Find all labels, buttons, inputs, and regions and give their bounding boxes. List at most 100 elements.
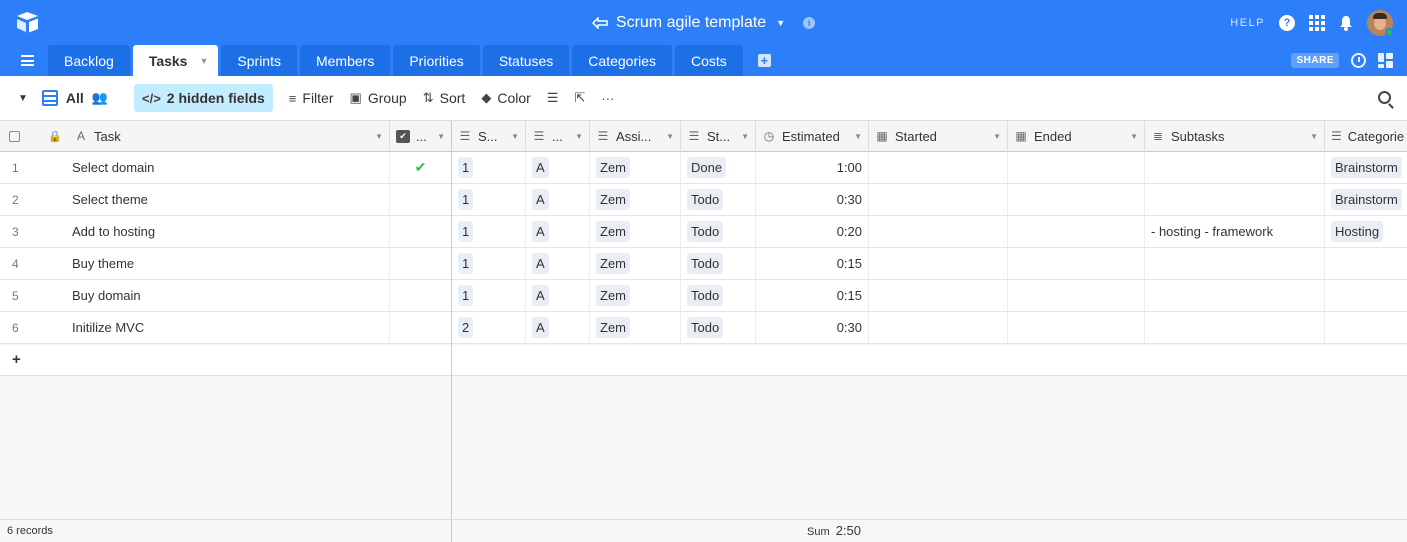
cell-assignee[interactable]: Zem xyxy=(590,152,681,184)
tab-backlog[interactable]: Backlog xyxy=(48,45,130,76)
tab-statuses[interactable]: Statuses xyxy=(482,45,570,76)
cell-estimated[interactable]: 1:00 xyxy=(756,152,869,184)
cell-status[interactable]: Todo xyxy=(681,216,756,248)
cell-ended[interactable] xyxy=(1008,216,1145,248)
cell-ended[interactable] xyxy=(1008,248,1145,280)
cell-task[interactable]: Select theme xyxy=(68,184,390,216)
cell-priority[interactable]: A xyxy=(526,248,590,280)
cell-ended[interactable] xyxy=(1008,312,1145,344)
tab-costs[interactable]: Costs xyxy=(675,45,743,76)
cell-done[interactable] xyxy=(390,248,452,280)
cell-task[interactable]: Initilize MVC xyxy=(68,312,390,344)
cell-ended[interactable] xyxy=(1008,280,1145,312)
cell-sprint[interactable]: 1 xyxy=(452,280,526,312)
notifications-bell-icon[interactable] xyxy=(1339,15,1353,31)
cell-started[interactable] xyxy=(869,312,1008,344)
row-number[interactable]: 6 xyxy=(0,312,68,344)
chevron-down-icon[interactable]: ▼ xyxy=(662,132,674,141)
cell-assignee[interactable]: Zem xyxy=(590,312,681,344)
cell-estimated[interactable]: 0:20 xyxy=(756,216,869,248)
column-header-priority[interactable]: ☰ ... ▼ xyxy=(526,121,590,152)
cell-estimated[interactable]: 0:30 xyxy=(756,184,869,216)
cell-started[interactable] xyxy=(869,152,1008,184)
base-title[interactable]: Scrum agile template xyxy=(616,14,766,32)
cell-task[interactable]: Buy theme xyxy=(68,248,390,280)
tab-chevron-down-icon[interactable]: ▼ xyxy=(199,56,208,66)
cell-started[interactable] xyxy=(869,248,1008,280)
column-header-subtasks[interactable]: ≣ Subtasks ▼ xyxy=(1145,121,1325,152)
chevron-down-icon[interactable]: ▼ xyxy=(371,132,383,141)
frozen-column-divider[interactable] xyxy=(451,121,452,519)
column-header-assignee[interactable]: ☰ Assi... ▼ xyxy=(590,121,681,152)
apps-grid-icon[interactable] xyxy=(1309,14,1325,31)
chevron-down-icon[interactable]: ▼ xyxy=(850,132,862,141)
tab-members[interactable]: Members xyxy=(299,45,391,76)
row-number[interactable]: 1 xyxy=(0,152,68,184)
column-header-task[interactable]: A Task ▼ xyxy=(68,121,390,152)
cell-assignee[interactable]: Zem xyxy=(590,184,681,216)
filter-button[interactable]: ≡ Filter xyxy=(281,84,342,112)
chevron-down-icon[interactable]: ▼ xyxy=(1306,132,1318,141)
help-label[interactable]: HELP xyxy=(1230,17,1265,29)
view-name[interactable]: All xyxy=(66,90,84,106)
tab-categories[interactable]: Categories xyxy=(572,45,672,76)
cell-category[interactable]: Brainstorm xyxy=(1325,152,1407,184)
tab-tasks[interactable]: Tasks ▼ xyxy=(132,45,219,76)
info-icon[interactable]: i xyxy=(803,16,816,29)
row-number[interactable]: 4 xyxy=(0,248,68,280)
select-all-checkbox[interactable] xyxy=(9,130,20,142)
tab-priorities[interactable]: Priorities xyxy=(393,45,480,76)
cell-subtasks[interactable]: - hosting - framework xyxy=(1145,216,1325,248)
column-header-ended[interactable]: ▦ Ended ▼ xyxy=(1008,121,1145,152)
column-header-done[interactable]: ✔ ... ▼ xyxy=(390,121,452,152)
cell-subtasks[interactable] xyxy=(1145,248,1325,280)
cell-subtasks[interactable] xyxy=(1145,184,1325,216)
cell-started[interactable] xyxy=(869,216,1008,248)
cell-sprint[interactable]: 2 xyxy=(452,312,526,344)
chevron-down-icon[interactable]: ▼ xyxy=(507,132,519,141)
cell-ended[interactable] xyxy=(1008,152,1145,184)
cell-status[interactable]: Todo xyxy=(681,184,756,216)
cell-priority[interactable]: A xyxy=(526,280,590,312)
cell-category[interactable]: Hosting xyxy=(1325,216,1407,248)
cell-sprint[interactable]: 1 xyxy=(452,152,526,184)
chevron-down-icon[interactable]: ▼ xyxy=(433,132,445,141)
base-title-chevron-down-icon[interactable]: ▼ xyxy=(776,18,785,28)
header-select-all[interactable] xyxy=(0,121,34,152)
chevron-down-icon[interactable]: ▼ xyxy=(571,132,583,141)
cell-status[interactable]: Todo xyxy=(681,248,756,280)
cell-priority[interactable]: A xyxy=(526,312,590,344)
column-header-started[interactable]: ▦ Started ▼ xyxy=(869,121,1008,152)
cell-subtasks[interactable] xyxy=(1145,280,1325,312)
cell-status[interactable]: Todo xyxy=(681,280,756,312)
cell-done[interactable] xyxy=(390,280,452,312)
cell-subtasks[interactable] xyxy=(1145,312,1325,344)
cell-started[interactable] xyxy=(869,280,1008,312)
cell-done[interactable] xyxy=(390,184,452,216)
column-header-categories[interactable]: ☰ Categorie xyxy=(1325,121,1407,152)
add-table-plus-icon[interactable]: + xyxy=(757,54,771,67)
cell-priority[interactable]: A xyxy=(526,216,590,248)
cell-category[interactable]: Brainstorm xyxy=(1325,184,1407,216)
hidden-fields-button[interactable]: </> 2 hidden fields xyxy=(133,84,273,112)
chevron-down-icon[interactable]: ▼ xyxy=(737,132,749,141)
share-view-button[interactable]: ⇱ xyxy=(566,84,593,112)
column-header-sprint[interactable]: ☰ S... ▼ xyxy=(452,121,526,152)
cell-category[interactable] xyxy=(1325,312,1407,344)
row-height-button[interactable]: ☰ xyxy=(539,84,567,112)
cell-estimated[interactable]: 0:30 xyxy=(756,312,869,344)
cell-subtasks[interactable] xyxy=(1145,152,1325,184)
cell-assignee[interactable]: Zem xyxy=(590,216,681,248)
cell-sprint[interactable]: 1 xyxy=(452,184,526,216)
add-record-row[interactable]: + xyxy=(0,345,1407,376)
cell-done[interactable] xyxy=(390,312,452,344)
column-header-status[interactable]: ☰ St... ▼ xyxy=(681,121,756,152)
checkmark-icon[interactable]: ✔ xyxy=(415,159,427,176)
cell-ended[interactable] xyxy=(1008,184,1145,216)
airtable-logo-icon[interactable] xyxy=(16,11,40,33)
cell-status[interactable]: Todo xyxy=(681,312,756,344)
user-avatar[interactable] xyxy=(1367,9,1394,37)
cell-assignee[interactable]: Zem xyxy=(590,280,681,312)
cell-done[interactable] xyxy=(390,216,452,248)
cell-category[interactable] xyxy=(1325,280,1407,312)
